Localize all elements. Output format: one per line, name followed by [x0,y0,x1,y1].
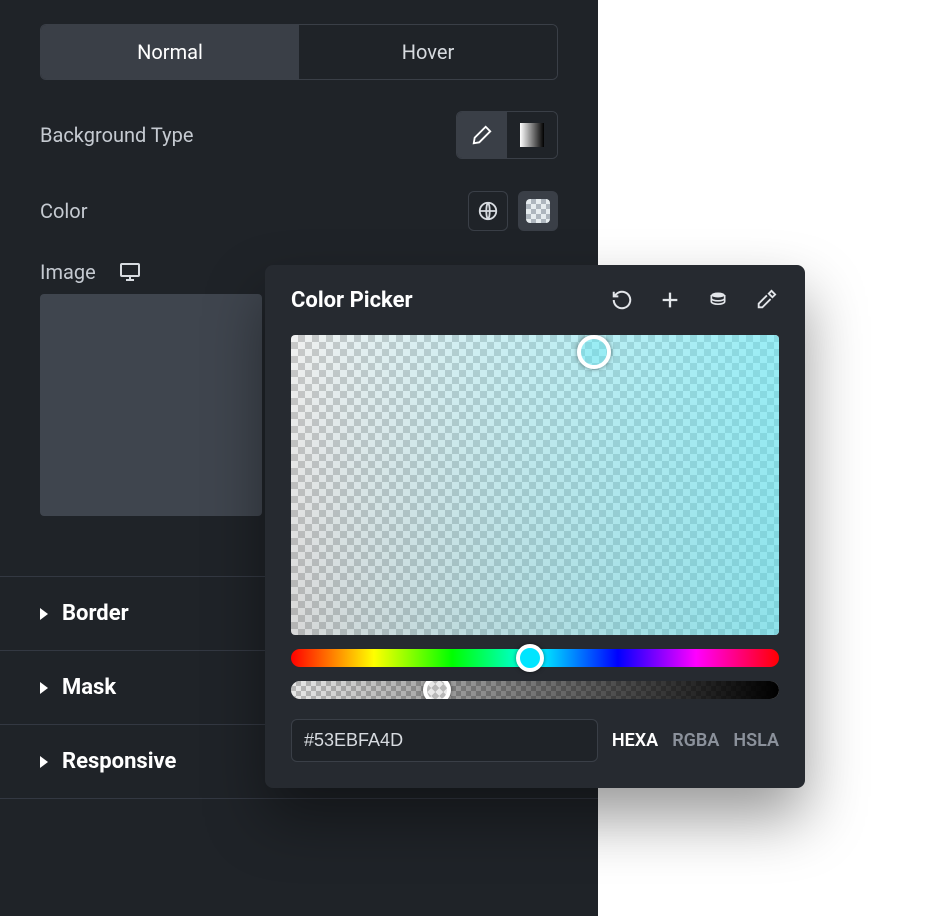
bg-type-gradient[interactable] [507,112,557,158]
image-drop-slot[interactable] [40,294,262,516]
stack-icon [708,290,728,310]
color-swatch-button[interactable] [518,191,558,231]
image-label: Image [40,260,96,284]
plus-icon [659,289,681,311]
caret-right-icon [40,682,48,694]
color-label: Color [40,199,87,223]
sv-tint-overlay [291,335,779,635]
format-hexa[interactable]: HEXA [612,730,658,751]
undo-icon [611,289,633,311]
color-controls [468,191,558,231]
transparent-swatch-icon [526,199,550,223]
gradient-icon [520,123,544,147]
tab-normal[interactable]: Normal [41,25,299,79]
caret-right-icon [40,756,48,768]
state-tabs: Normal Hover [40,24,558,80]
alpha-slider[interactable] [291,681,779,699]
hue-slider[interactable] [291,649,779,667]
hue-thumb[interactable] [516,644,544,672]
saturation-value-area[interactable] [291,335,779,635]
reset-color-button[interactable] [609,287,635,313]
accordion-mask-label: Mask [62,675,116,700]
color-picker-popover: Color Picker HEXA RGBA [265,265,805,788]
format-rgba[interactable]: RGBA [672,730,719,751]
global-color-button[interactable] [468,191,508,231]
alpha-thumb[interactable] [423,681,451,699]
eyedropper-button[interactable] [753,287,779,313]
color-picker-tools [609,287,779,313]
add-color-button[interactable] [657,287,683,313]
alpha-gradient [291,681,779,699]
eyedropper-icon [755,289,777,311]
color-row: Color [40,184,558,238]
background-type-toggle [456,111,558,159]
globe-icon [477,200,499,222]
bg-type-classic[interactable] [457,112,507,158]
format-hsla[interactable]: HSLA [733,730,779,751]
hex-input[interactable] [291,719,598,762]
background-type-row: Background Type [40,108,558,162]
sv-thumb[interactable] [577,335,611,369]
color-stack-button[interactable] [705,287,731,313]
brush-icon [471,124,493,146]
color-picker-title: Color Picker [291,288,413,313]
color-value-row: HEXA RGBA HSLA [291,719,779,762]
desktop-icon[interactable] [118,260,142,284]
tab-hover[interactable]: Hover [299,25,557,79]
accordion-responsive-label: Responsive [62,749,176,774]
color-picker-header: Color Picker [291,287,779,313]
background-type-label: Background Type [40,123,193,147]
caret-right-icon [40,608,48,620]
accordion-border-label: Border [62,601,129,626]
